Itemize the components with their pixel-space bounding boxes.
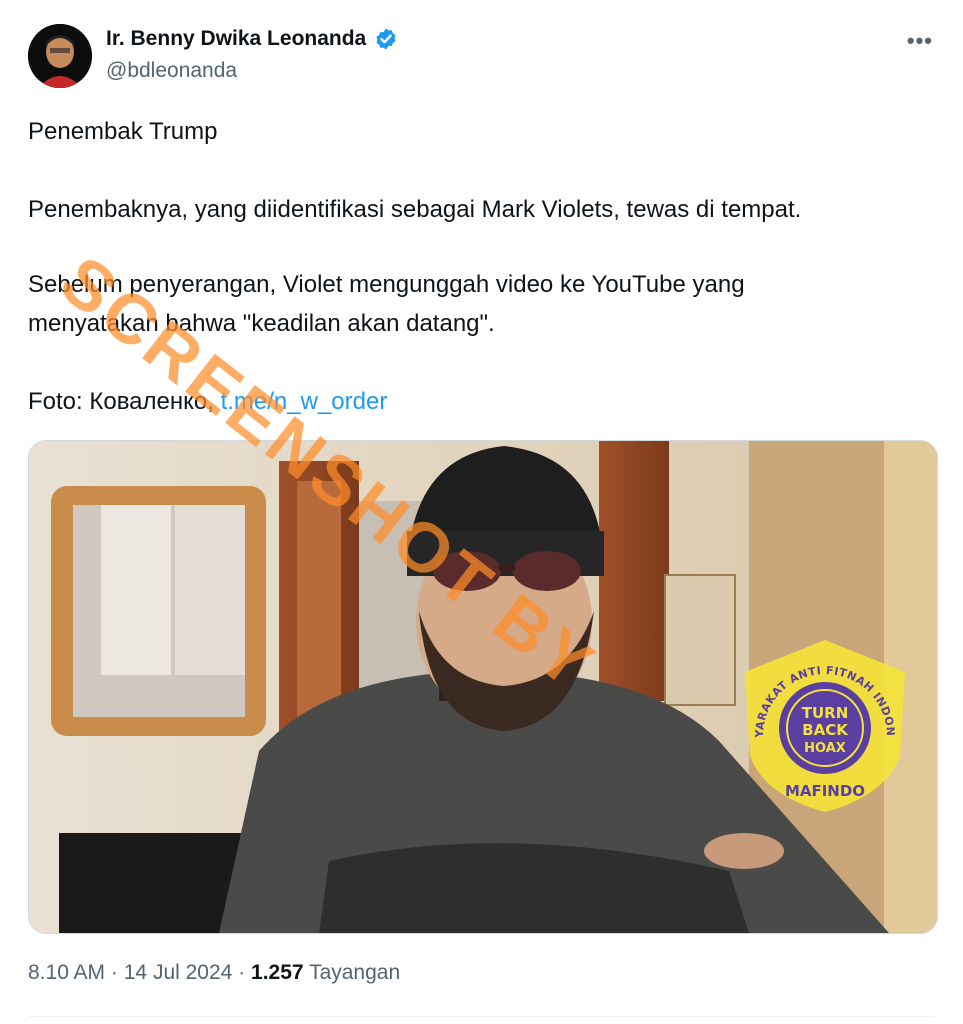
tweet-date[interactable]: 14 Jul 2024 [124, 961, 233, 984]
seal-center-text-2: BACK [802, 721, 849, 739]
author-name[interactable]: Ir. Benny Dwika Leonanda [106, 27, 366, 51]
seal-center-text-1: TURN [802, 704, 849, 722]
avatar[interactable] [28, 24, 92, 88]
tweet-time[interactable]: 8.10 AM [28, 961, 105, 984]
divider [28, 1016, 935, 1017]
more-options-icon[interactable]: ••• [907, 28, 933, 54]
meta-separator: · [238, 961, 246, 984]
tweet-text-line: Penembaknya, yang diidentifikasi sebagai… [28, 196, 802, 223]
mafindo-seal-icon: MASYARAKAT ANTI FITNAH INDONESIA TURN BA… [735, 636, 905, 812]
tweet-text-line: Penembak Trump [28, 118, 218, 145]
views-label: Tayangan [309, 961, 401, 984]
author-name-row: Ir. Benny Dwika Leonanda [106, 27, 398, 51]
seal-bottom-text: MAFINDO [785, 782, 865, 800]
tweet-meta: 8.10 AM · 14 Jul 2024 · 1.257 Tayangan [28, 961, 400, 985]
author-handle[interactable]: @bdleonanda [106, 59, 237, 83]
view-count: 1.257 [251, 961, 304, 984]
seal-center-text-3: HOAX [804, 741, 846, 756]
meta-separator: · [110, 961, 118, 984]
verified-badge-icon [376, 28, 396, 50]
